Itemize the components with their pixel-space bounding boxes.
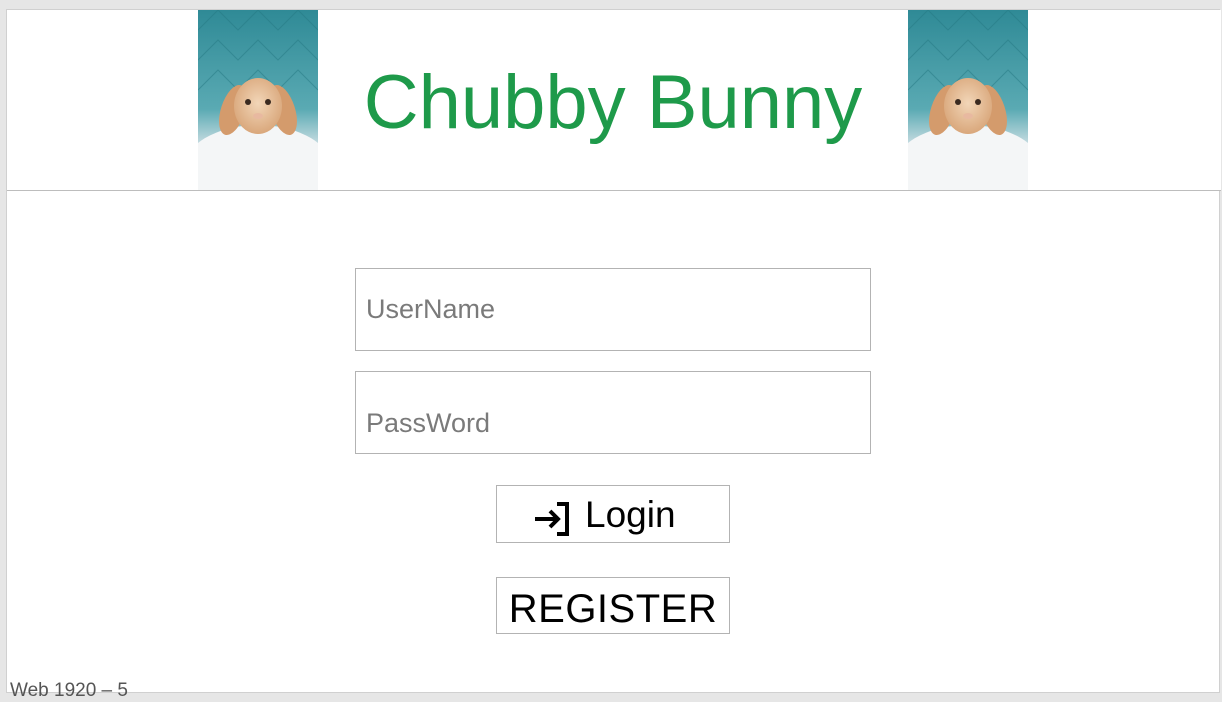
username-input[interactable] xyxy=(356,269,870,350)
login-label: Login xyxy=(585,494,676,535)
password-input[interactable] xyxy=(356,372,870,453)
register-button[interactable]: REGISTER xyxy=(496,577,730,634)
username-field xyxy=(355,268,871,351)
register-label: REGISTER xyxy=(508,587,718,631)
header: Chubby Bunny xyxy=(7,10,1221,191)
frame-label: Web 1920 – 5 xyxy=(10,680,128,701)
bunny-photo-left xyxy=(198,10,318,190)
password-field xyxy=(355,371,871,454)
brand-title: Chubby Bunny xyxy=(363,60,863,145)
login-button[interactable]: Login xyxy=(496,485,730,543)
artboard: Chubby Bunny UserName Login REGISTER xyxy=(6,9,1221,693)
login-icon xyxy=(533,502,571,536)
bunny-photo-right xyxy=(908,10,1028,190)
